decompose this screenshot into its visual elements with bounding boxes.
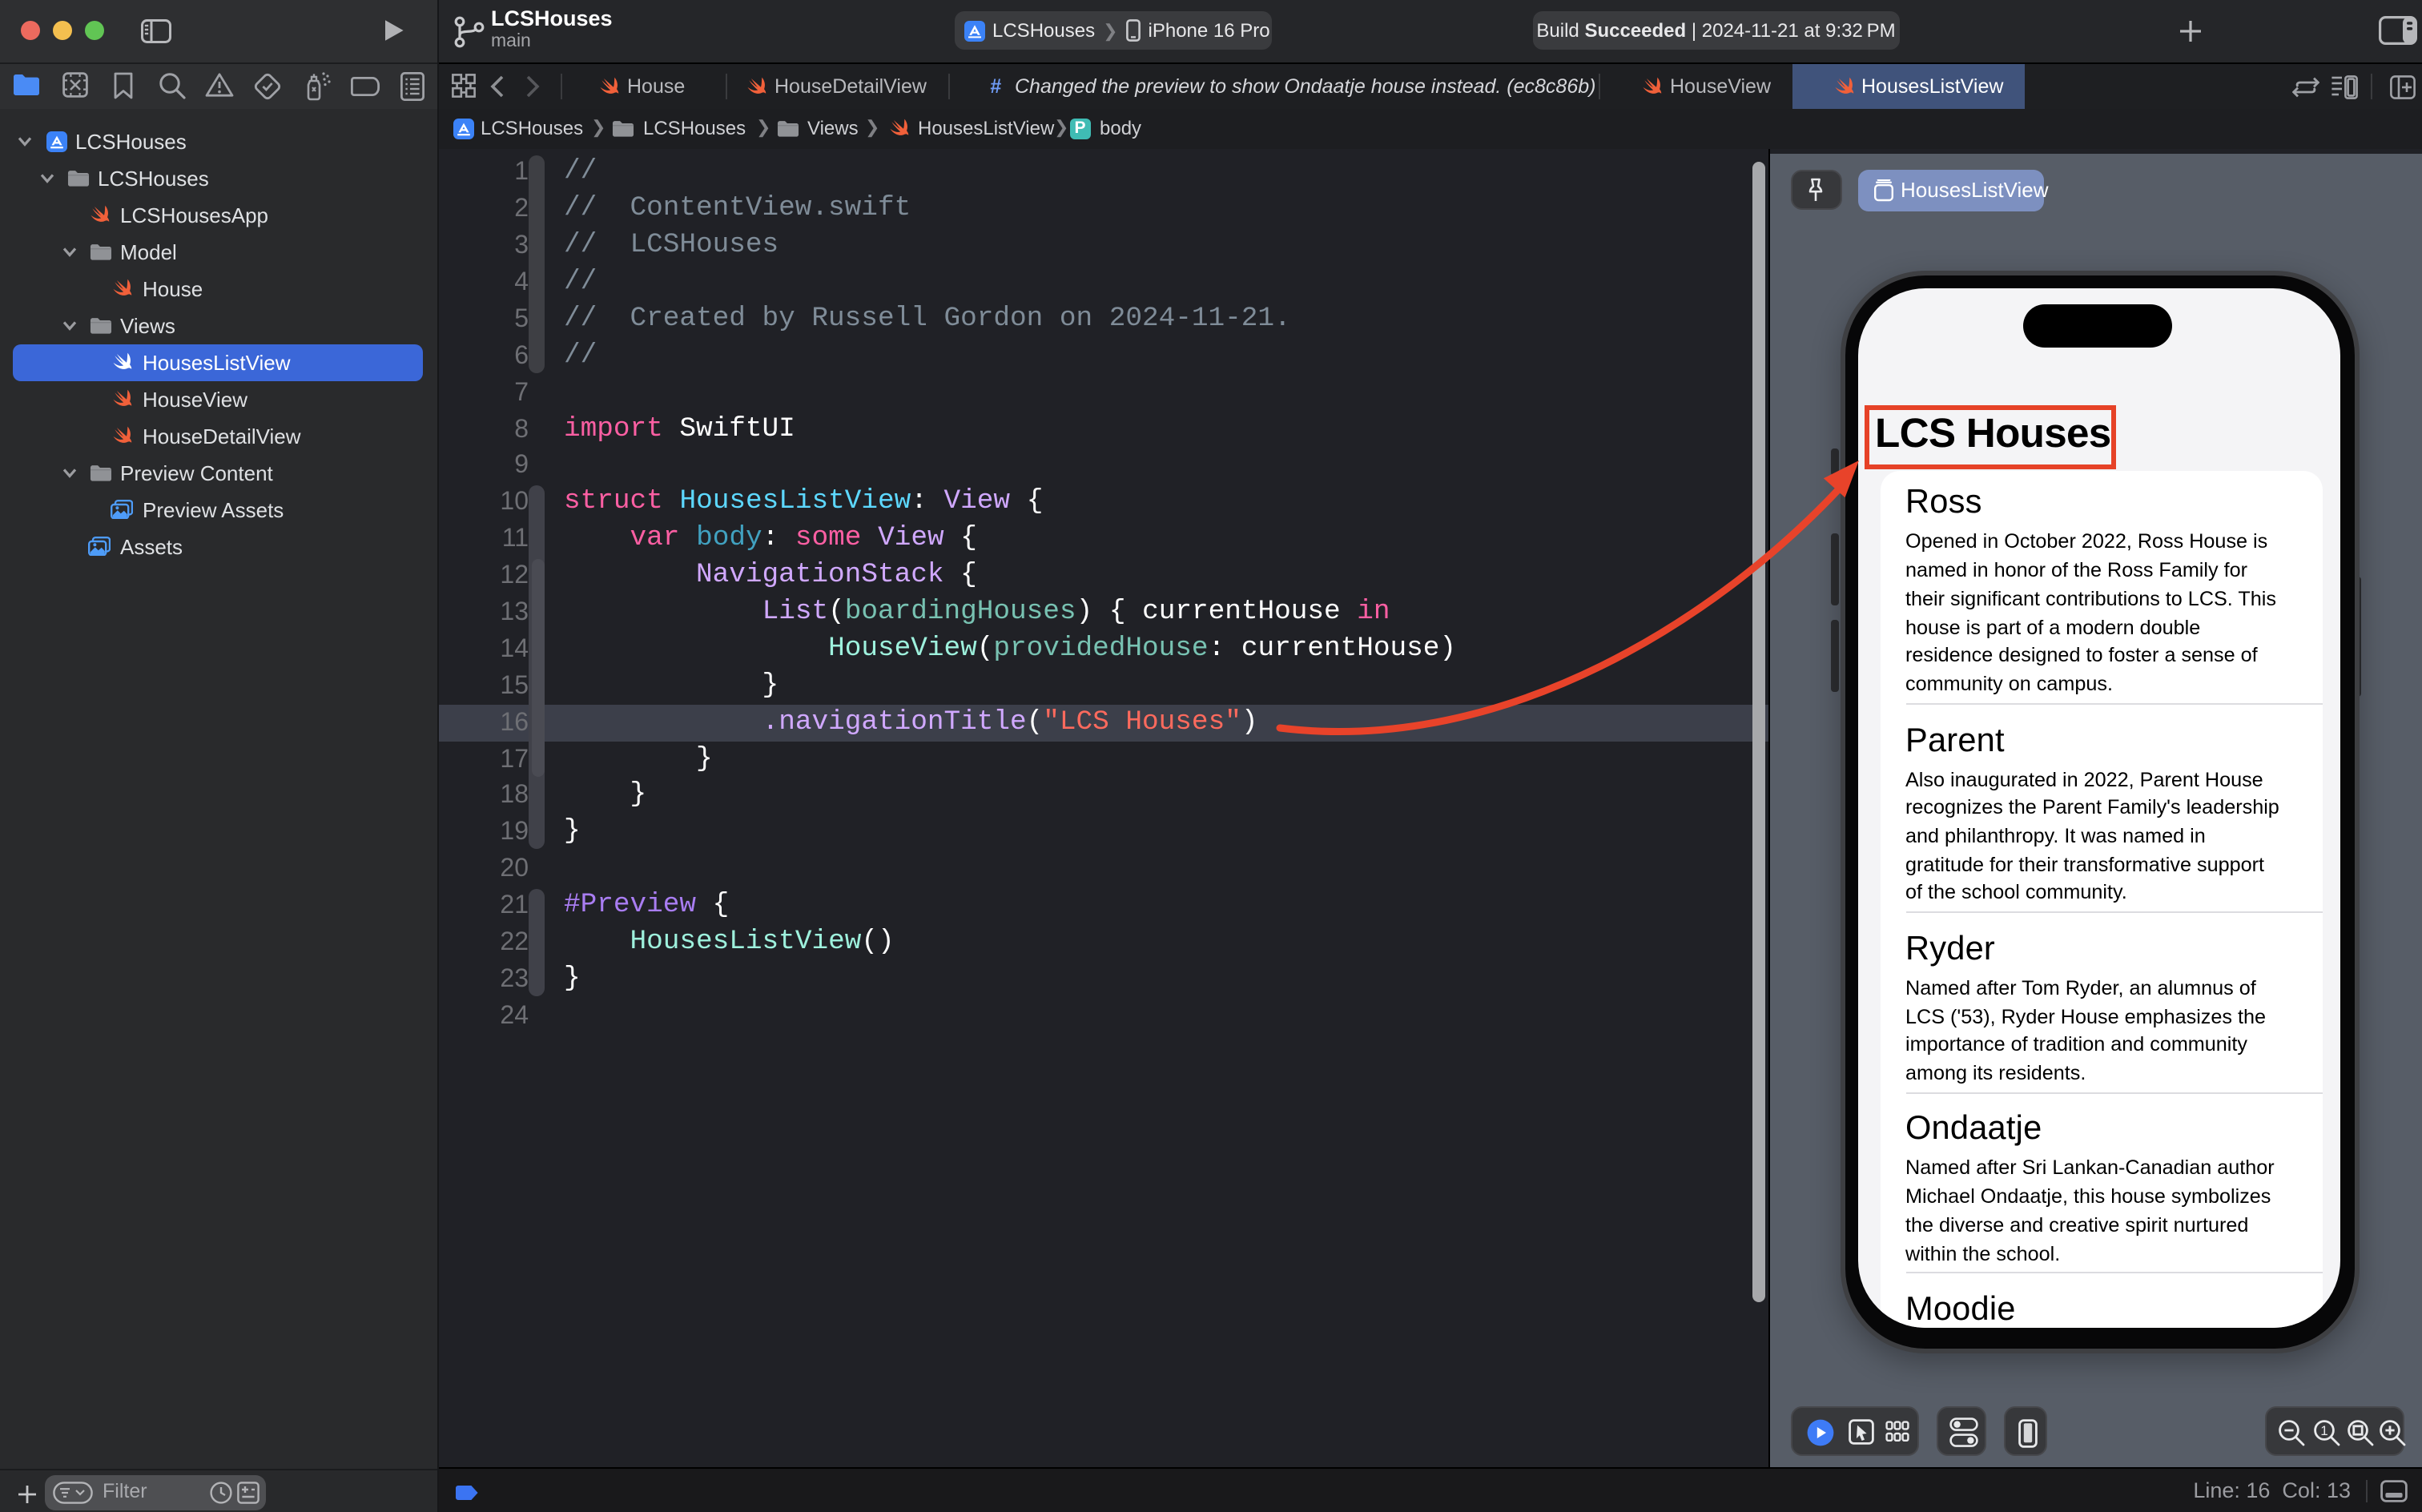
svg-text:1: 1 [2319,1423,2327,1438]
